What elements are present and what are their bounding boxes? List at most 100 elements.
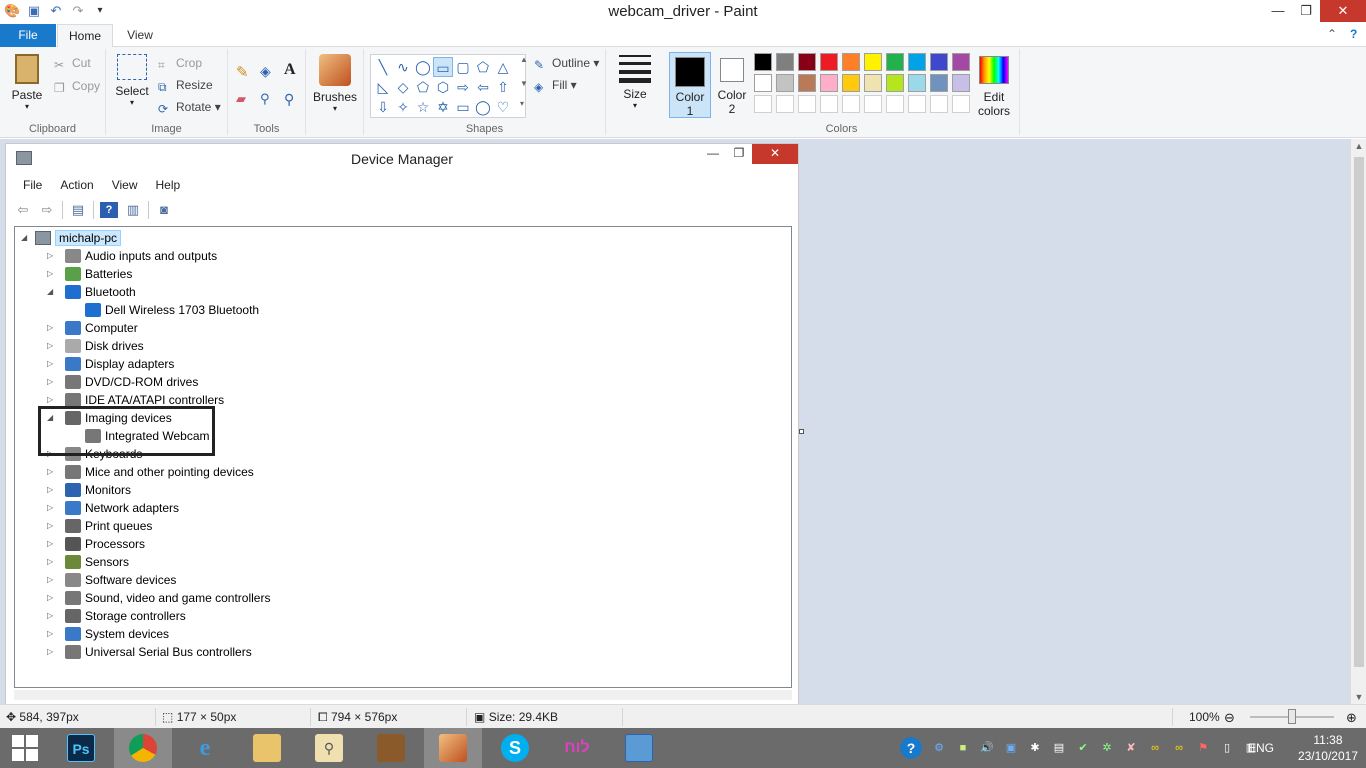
copy-button[interactable]: ❐ Copy <box>54 79 100 95</box>
collapse-ribbon-icon[interactable]: ⌃ <box>1327 27 1337 41</box>
taskbar-app[interactable] <box>362 728 420 768</box>
color-swatch[interactable] <box>820 74 838 92</box>
rectangle-shape-icon[interactable]: ▭ <box>433 57 453 77</box>
color2-button[interactable]: Color 2 <box>714 56 750 116</box>
text-tool-icon[interactable]: A <box>284 61 296 79</box>
power-tray-icon[interactable]: ▯ <box>1220 741 1234 755</box>
color-swatch[interactable] <box>776 53 794 71</box>
pentagon-shape-icon[interactable]: ⬠ <box>413 77 433 97</box>
six-star-shape-icon[interactable]: ✡ <box>433 97 453 117</box>
color-swatch[interactable] <box>864 53 882 71</box>
edit-colors-button[interactable]: Edit colors <box>974 56 1014 118</box>
diamond-shape-icon[interactable]: ◇ <box>393 77 413 97</box>
select-button[interactable]: Select ▾ <box>114 54 150 107</box>
color-swatch[interactable] <box>798 95 816 113</box>
chat-tray-icon[interactable]: ■ <box>956 741 970 755</box>
color-swatch[interactable] <box>864 95 882 113</box>
taskbar-chrome[interactable] <box>114 728 172 768</box>
color-swatch[interactable] <box>842 95 860 113</box>
triangle-shape-icon[interactable]: △ <box>493 57 513 77</box>
paint-canvas[interactable]: Device Manager — ❐ ✕ File Action View He… <box>5 143 799 719</box>
tray-icon-5[interactable]: ∞ <box>1148 741 1162 755</box>
clock[interactable]: 11:38 23/10/2017 <box>1298 732 1358 764</box>
callout-rect-shape-icon[interactable]: ▭ <box>453 97 473 117</box>
rounded-rect-shape-icon[interactable]: ▢ <box>453 57 473 77</box>
taskbar-ie[interactable]: e <box>176 728 234 768</box>
tray-icon-4[interactable]: ✘ <box>1124 741 1138 755</box>
color-swatch[interactable] <box>754 53 772 71</box>
color-swatch[interactable] <box>864 74 882 92</box>
vertical-scrollbar[interactable]: ▲ ▼ <box>1350 139 1366 704</box>
tray-icon-1[interactable]: ▣ <box>1004 741 1018 755</box>
color-swatch[interactable] <box>886 74 904 92</box>
tray-icon-6[interactable]: ∞ <box>1172 741 1186 755</box>
tray-icon-2[interactable]: ▤ <box>1052 741 1066 755</box>
color-swatch[interactable] <box>754 74 772 92</box>
start-button[interactable] <box>0 728 50 768</box>
color-swatch[interactable] <box>908 74 926 92</box>
eraser-icon[interactable]: ▰ <box>236 91 246 107</box>
size-button[interactable]: Size ▾ <box>616 55 654 110</box>
network-tray-icon[interactable]: ⚙ <box>932 741 946 755</box>
pencil-icon[interactable]: ✎ <box>236 63 249 81</box>
tab-file[interactable]: File <box>0 24 56 47</box>
right-triangle-shape-icon[interactable]: ◺ <box>373 77 393 97</box>
color-swatch[interactable] <box>842 74 860 92</box>
color-swatch[interactable] <box>798 74 816 92</box>
color-swatch[interactable] <box>886 53 904 71</box>
down-arrow-shape-icon[interactable]: ⇩ <box>373 97 393 117</box>
color-swatch[interactable] <box>776 95 794 113</box>
taskbar-paint[interactable] <box>424 728 482 768</box>
five-star-shape-icon[interactable]: ☆ <box>413 97 433 117</box>
close-button[interactable]: ✕ <box>1320 0 1366 22</box>
bluetooth-tray-icon[interactable]: ✱ <box>1028 741 1042 755</box>
fill-bucket-icon[interactable]: ◈ <box>260 63 271 80</box>
zoom-slider-thumb[interactable] <box>1288 709 1296 724</box>
color-swatch[interactable] <box>798 53 816 71</box>
cut-button[interactable]: ✂ Cut <box>54 56 91 72</box>
callout-oval-shape-icon[interactable]: ◯ <box>473 97 493 117</box>
color-picker-icon[interactable]: ⚲ <box>260 91 270 107</box>
four-star-shape-icon[interactable]: ✧ <box>393 97 413 117</box>
scroll-down-icon[interactable]: ▼ <box>1351 692 1366 702</box>
tab-home[interactable]: Home <box>57 24 113 48</box>
polygon-shape-icon[interactable]: ⬠ <box>473 57 493 77</box>
right-arrow-shape-icon[interactable]: ⇨ <box>453 77 473 97</box>
zoom-in-icon[interactable]: ⊕ <box>1346 710 1357 726</box>
maximize-button[interactable]: ❐ <box>1292 0 1320 22</box>
paste-button[interactable]: Paste ▾ <box>8 54 46 111</box>
color-swatch[interactable] <box>930 53 948 71</box>
color-swatch[interactable] <box>952 95 970 113</box>
left-arrow-shape-icon[interactable]: ⇦ <box>473 77 493 97</box>
zoom-out-icon[interactable]: ⊖ <box>1224 710 1235 726</box>
color-swatch[interactable] <box>820 53 838 71</box>
color-swatch[interactable] <box>952 53 970 71</box>
brushes-button[interactable]: Brushes ▾ <box>312 54 358 113</box>
check-tray-icon[interactable]: ✔ <box>1076 741 1090 755</box>
taskbar-luach[interactable]: לוח <box>548 728 606 768</box>
shapes-gallery[interactable]: ╲ ∿ ◯ ▭ ▢ ⬠ △ ◺ ◇ ⬠ ⬡ ⇨ ⇦ ⇧ ⇩ ✧ ☆ ✡ ▭ ◯ ♡ <box>370 54 526 118</box>
flag-tray-icon[interactable]: ⚑ <box>1196 741 1210 755</box>
color-swatch[interactable] <box>908 95 926 113</box>
oval-shape-icon[interactable]: ◯ <box>413 57 433 77</box>
language-indicator[interactable]: ENG <box>1248 741 1274 755</box>
color-swatch[interactable] <box>820 95 838 113</box>
help-icon[interactable]: ? <box>1350 27 1357 41</box>
shapes-more-icon[interactable]: ▾ <box>520 99 524 108</box>
outline-button[interactable]: ✎ Outline ▾ <box>534 56 599 72</box>
line-shape-icon[interactable]: ╲ <box>373 57 393 77</box>
magnifier-icon[interactable]: ⚲ <box>284 91 294 108</box>
heart-shape-icon[interactable]: ♡ <box>493 97 513 117</box>
volume-tray-icon[interactable]: 🔊 <box>980 741 994 755</box>
minimize-button[interactable]: — <box>1264 0 1292 22</box>
color-swatch[interactable] <box>952 74 970 92</box>
color-swatch[interactable] <box>930 74 948 92</box>
taskbar-explorer[interactable] <box>238 728 296 768</box>
color-swatch[interactable] <box>886 95 904 113</box>
fill-button[interactable]: ◈ Fill ▾ <box>534 78 577 94</box>
color-swatch[interactable] <box>930 95 948 113</box>
taskbar-calculator[interactable] <box>610 728 668 768</box>
canvas-resize-handle[interactable] <box>799 429 804 434</box>
shapes-scroll-up-icon[interactable]: ▲ <box>520 55 528 64</box>
scroll-up-icon[interactable]: ▲ <box>1351 141 1366 151</box>
